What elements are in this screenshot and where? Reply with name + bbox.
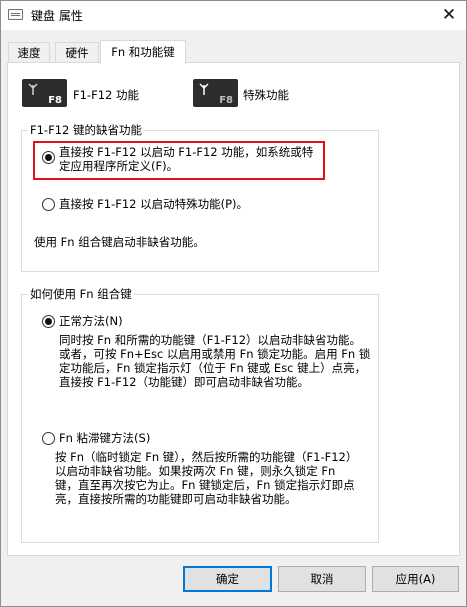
close-button[interactable]: ✕ bbox=[437, 3, 461, 27]
apply-button[interactable]: 应用(A) bbox=[372, 566, 459, 592]
normal-method-desc-line1: 同时按 Fn 和所需的功能键（F1-F12）以启动非缺省功能。 bbox=[59, 333, 362, 347]
f1-f12-function-icon: F8 bbox=[22, 79, 67, 107]
ok-button[interactable]: 确定 bbox=[183, 566, 272, 592]
radio-special-function[interactable] bbox=[42, 198, 55, 211]
keyboard-icon bbox=[8, 9, 23, 20]
antenna-icon bbox=[28, 83, 38, 95]
radio-sticky-method[interactable] bbox=[42, 432, 55, 445]
f8-label: F8 bbox=[48, 95, 62, 106]
f1-f12-function-label: F1-F12 功能 bbox=[73, 88, 139, 102]
normal-method-label[interactable]: 正常方法(N) bbox=[59, 314, 123, 328]
default-function-group-title: F1-F12 键的缺省功能 bbox=[28, 123, 144, 137]
normal-method-desc-line3: 定功能后，Fn 锁定指示灯（位于 Fn 键或 Esc 键上）点亮， bbox=[59, 361, 367, 375]
normal-method-desc-line4: 直接按 F1-F12（功能键）即可启动非缺省功能。 bbox=[59, 375, 309, 389]
normal-method-desc-line2: 或者，可按 Fn+Esc 以启用或禁用 Fn 锁定功能。启用 Fn 锁 bbox=[59, 347, 371, 361]
special-function-label: 特殊功能 bbox=[243, 88, 289, 102]
cancel-button[interactable]: 取消 bbox=[278, 566, 366, 592]
f8-label: F8 bbox=[219, 95, 233, 106]
tab-hardware[interactable]: 硬件 bbox=[55, 42, 99, 63]
window-title: 键盘 属性 bbox=[31, 9, 83, 23]
tab-speed[interactable]: 速度 bbox=[8, 42, 50, 63]
radio-normal-method[interactable] bbox=[42, 315, 55, 328]
tab-fn-and-function-keys[interactable]: Fn 和功能键 bbox=[100, 40, 186, 64]
highlight-box bbox=[33, 141, 325, 180]
special-function-icon: F8 bbox=[193, 79, 238, 107]
antenna-icon bbox=[199, 83, 209, 95]
sticky-method-label[interactable]: Fn 粘滞键方法(S) bbox=[59, 431, 150, 445]
default-group-note: 使用 Fn 组合键启动非缺省功能。 bbox=[34, 235, 205, 249]
sticky-method-desc-line4: 亮，直接按所需的功能键即可启动非缺省功能。 bbox=[55, 492, 297, 506]
sticky-method-desc-line1: 按 Fn（临时锁定 Fn 键），然后按所需的功能键（F1-F12） bbox=[55, 450, 358, 464]
option-special-label[interactable]: 直接按 F1-F12 以启动特殊功能(P)。 bbox=[59, 197, 248, 211]
sticky-method-desc-line2: 以启动非缺省功能。如果按两次 Fn 键，则永久锁定 Fn bbox=[55, 464, 336, 478]
fn-usage-group-title: 如何使用 Fn 组合键 bbox=[28, 287, 134, 301]
sticky-method-desc-line3: 键，直至再次按它为止。Fn 键锁定后，Fn 锁定指示灯即点 bbox=[55, 478, 355, 492]
